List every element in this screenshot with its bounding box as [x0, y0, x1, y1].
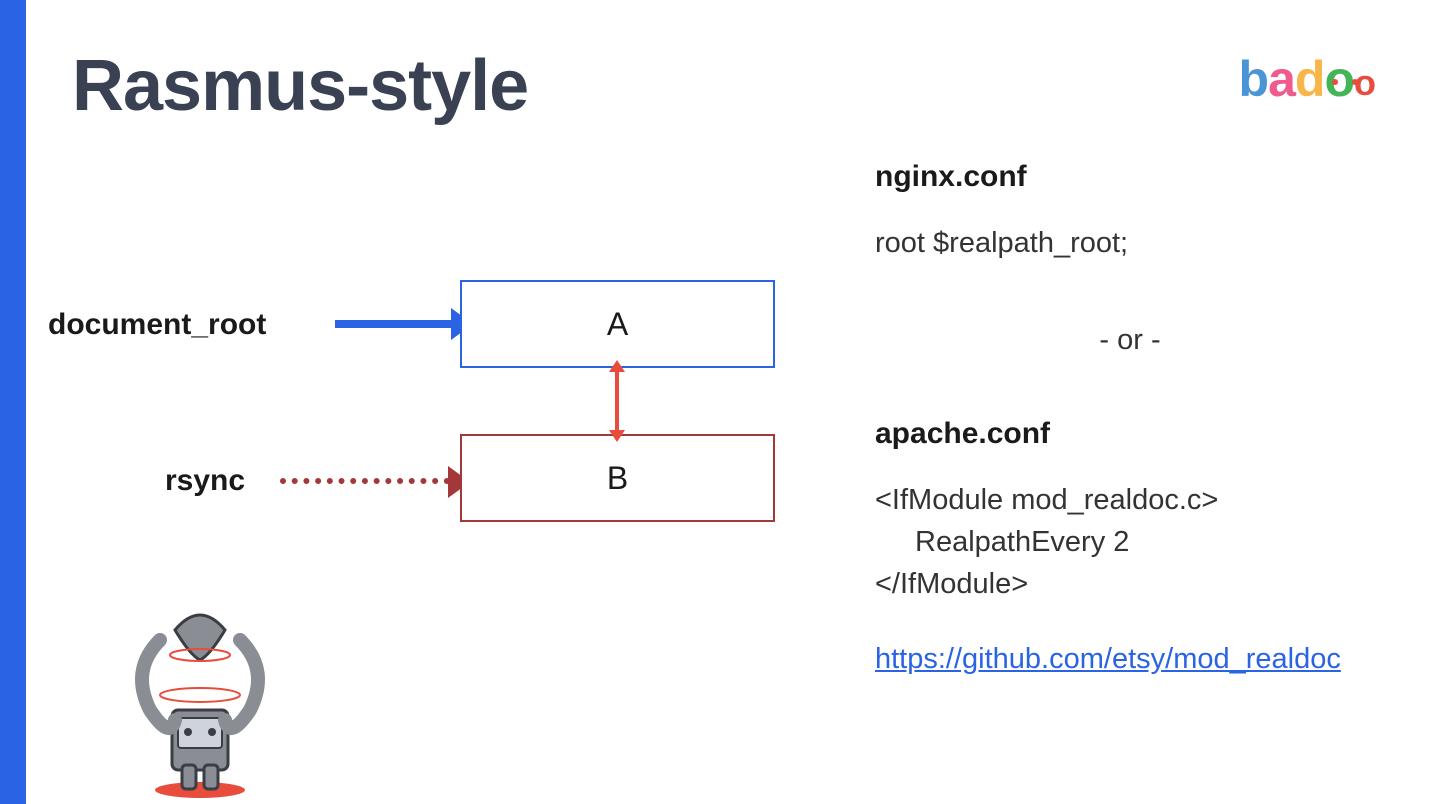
diagram: document_root rsync A B — [40, 260, 830, 560]
logo-letter-d: d — [1295, 51, 1325, 107]
label-rsync: rsync — [165, 464, 245, 498]
config-column: nginx.conf root $realpath_root; - or - a… — [875, 160, 1395, 676]
mascot-robot-icon — [120, 600, 280, 800]
apache-line: RealpathEvery 2 — [875, 521, 1395, 563]
nginx-conf-title: nginx.conf — [875, 160, 1395, 194]
box-a: A — [460, 280, 775, 368]
arrow-docroot-icon — [335, 320, 453, 328]
arrow-rsync-icon — [280, 478, 450, 484]
apache-line: </IfModule> — [875, 563, 1395, 605]
logo-letter-b: b — [1239, 51, 1269, 107]
arrow-swap-icon — [615, 370, 619, 432]
slide-title: Rasmus-style — [72, 45, 528, 127]
logo-letter-a: a — [1268, 51, 1295, 107]
box-b: B — [460, 434, 775, 522]
realdoc-link[interactable]: https://github.com/etsy/mod_realdoc — [875, 643, 1395, 676]
or-separator: - or - — [865, 324, 1395, 357]
accent-bar — [0, 0, 26, 804]
apache-conf-title: apache.conf — [875, 417, 1395, 451]
apache-conf-body: <IfModule mod_realdoc.c> RealpathEvery 2… — [875, 479, 1395, 605]
badoo-logo: badoo — [1239, 50, 1375, 108]
apache-line: <IfModule mod_realdoc.c> — [875, 479, 1395, 521]
nginx-conf-body: root $realpath_root; — [875, 222, 1395, 264]
logo-letter-o1: o — [1324, 51, 1354, 107]
slide: Rasmus-style badoo document_root rsync A… — [0, 0, 1430, 804]
label-document-root: document_root — [48, 308, 266, 342]
